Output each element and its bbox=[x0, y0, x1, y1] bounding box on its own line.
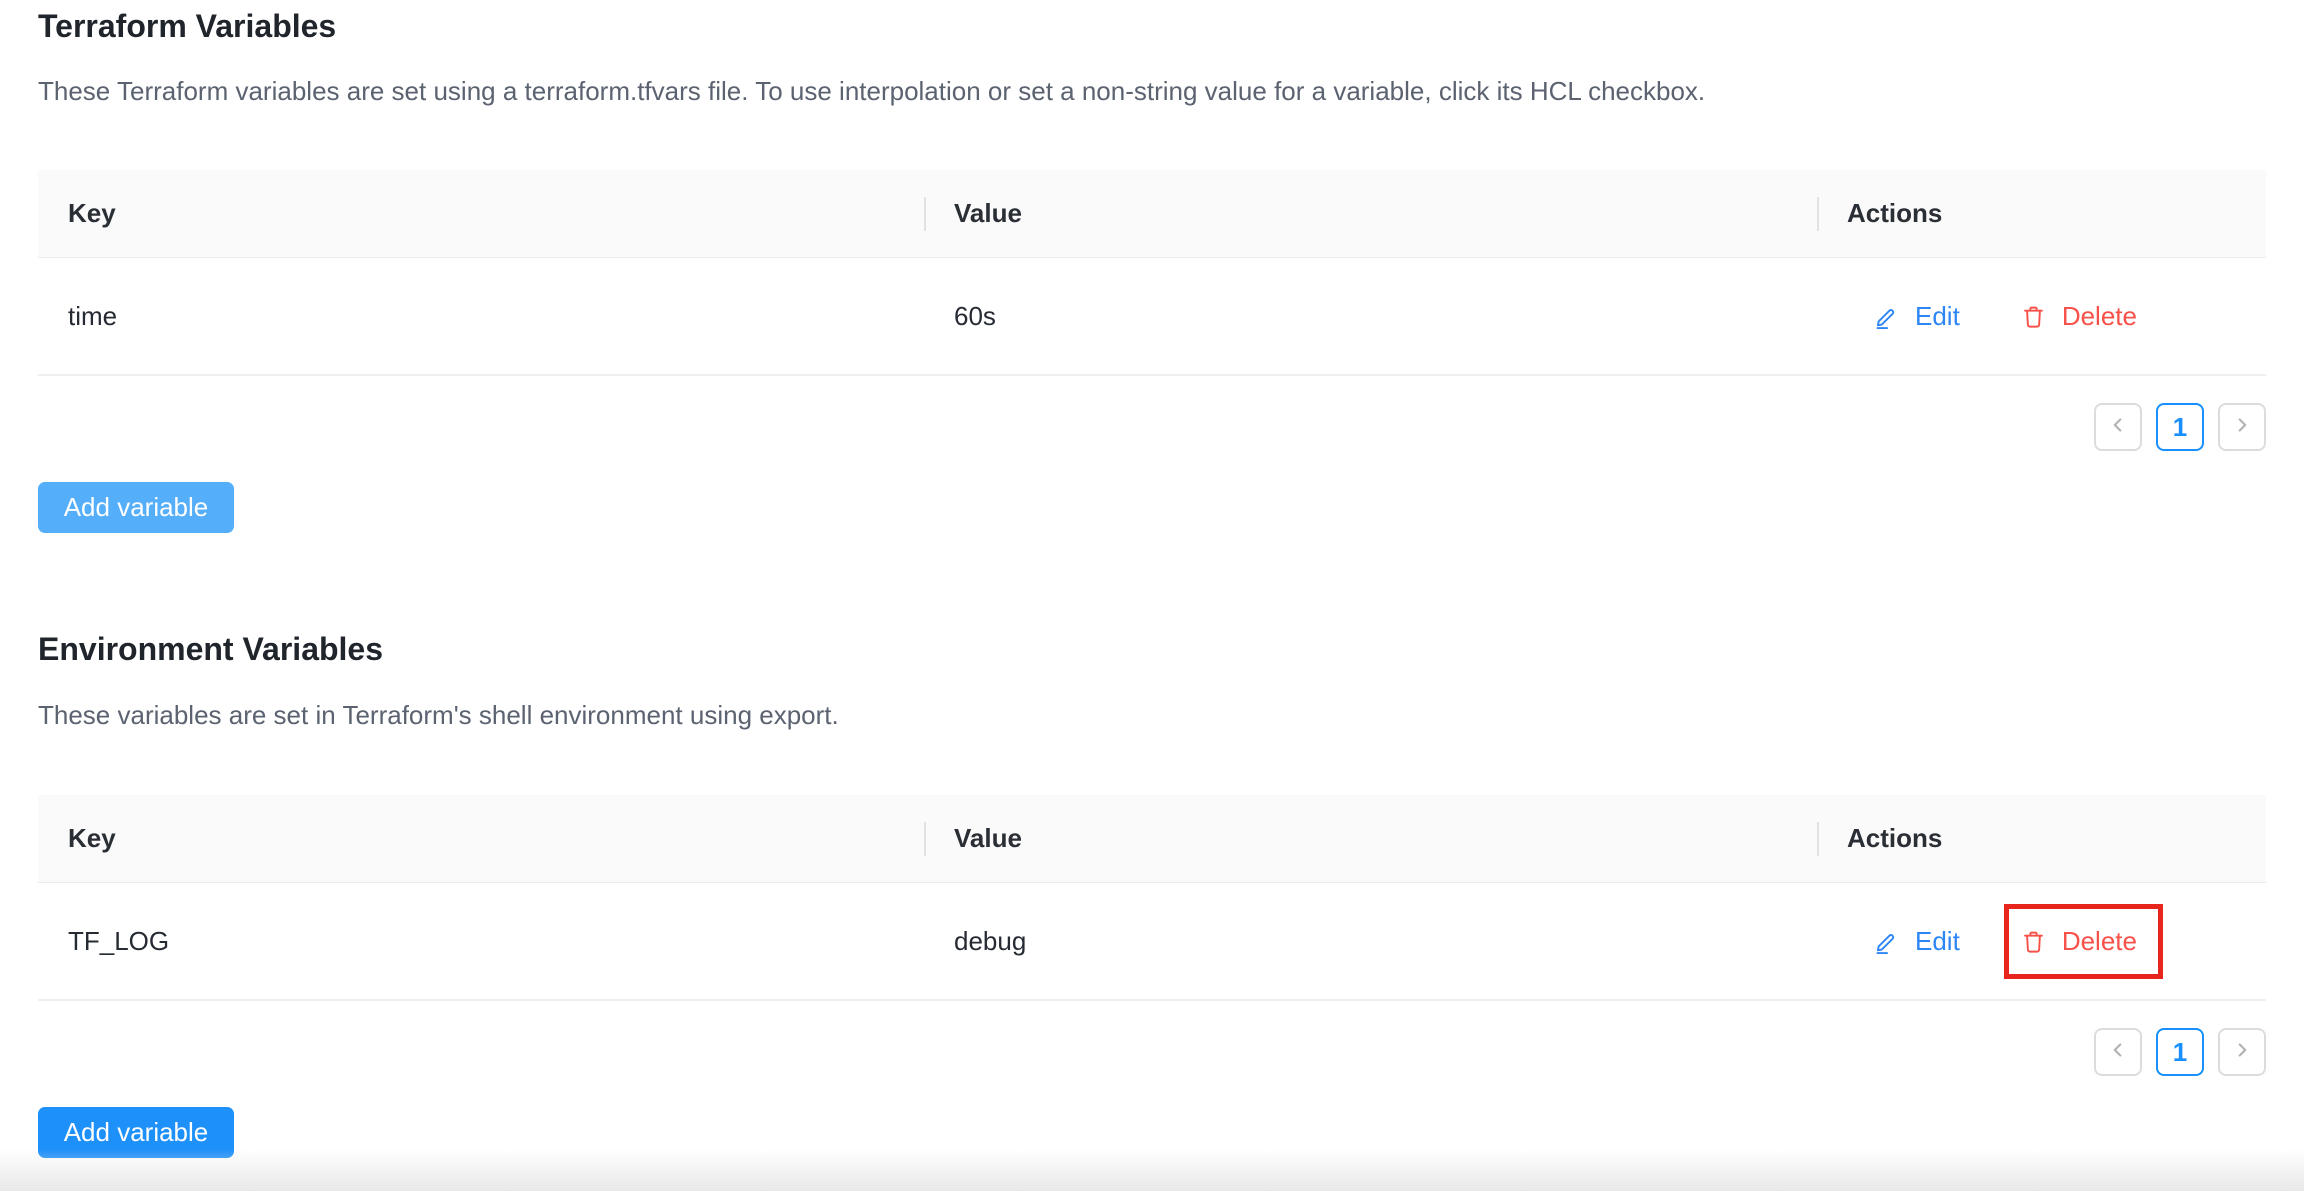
table-header-row: Key Value Actions bbox=[38, 170, 2266, 258]
pagination-page-1[interactable]: 1 bbox=[2156, 1028, 2204, 1076]
pagination-page-1[interactable]: 1 bbox=[2156, 403, 2204, 451]
delete-button-label: Delete bbox=[2061, 300, 2137, 331]
pagination-next-button[interactable] bbox=[2218, 403, 2266, 451]
pagination: 1 bbox=[38, 1028, 2266, 1076]
terraform-variables-table: Key Value Actions time 60s Edit Delete bbox=[38, 170, 2266, 376]
variables-page: Terraform Variables These Terraform vari… bbox=[0, 0, 2304, 1191]
column-header-actions: Actions bbox=[1817, 170, 2266, 257]
edit-button[interactable]: Edit bbox=[1873, 926, 1960, 957]
edit-pencil-icon bbox=[1873, 928, 1900, 955]
chevron-right-icon bbox=[2231, 412, 2253, 443]
pagination-next-button[interactable] bbox=[2218, 1028, 2266, 1076]
column-header-key: Key bbox=[68, 198, 116, 228]
add-variable-button[interactable]: Add variable bbox=[38, 482, 234, 533]
edit-button-label: Edit bbox=[1915, 300, 1960, 331]
key-cell: time bbox=[68, 300, 118, 331]
value-cell: debug bbox=[954, 925, 1027, 956]
delete-button[interactable]: Delete bbox=[2020, 301, 2137, 332]
column-header-value: Value bbox=[924, 795, 1817, 882]
pagination-prev-button[interactable] bbox=[2094, 1028, 2142, 1076]
column-header-key: Key bbox=[68, 823, 116, 853]
terraform-variables-description: These Terraform variables are set using … bbox=[38, 76, 1706, 106]
chevron-left-icon bbox=[2107, 1037, 2129, 1068]
highlighted-delete-wrap: Delete bbox=[2003, 903, 2163, 979]
table-row: time 60s Edit Delete bbox=[38, 258, 2266, 376]
chevron-right-icon bbox=[2231, 1037, 2253, 1068]
table-row: TF_LOG debug Edit Delete bbox=[38, 883, 2266, 1001]
edit-button-label: Edit bbox=[1915, 925, 1960, 956]
edit-pencil-icon bbox=[1873, 303, 1900, 330]
terraform-variables-section: Terraform Variables These Terraform vari… bbox=[38, 5, 2266, 533]
column-header-value: Value bbox=[924, 170, 1817, 257]
terraform-variables-title: Terraform Variables bbox=[38, 8, 337, 44]
add-variable-button[interactable]: Add variable bbox=[38, 1107, 234, 1158]
delete-button-label: Delete bbox=[2061, 925, 2137, 956]
actions-cell: Edit Delete bbox=[1817, 883, 2266, 999]
edit-button[interactable]: Edit bbox=[1873, 301, 1960, 332]
environment-variables-title: Environment Variables bbox=[38, 631, 384, 667]
table-header-row: Key Value Actions bbox=[38, 795, 2266, 883]
pagination: 1 bbox=[38, 403, 2266, 451]
environment-variables-section: Environment Variables These variables ar… bbox=[38, 628, 2266, 1158]
delete-button[interactable]: Delete bbox=[2020, 926, 2137, 957]
key-cell: TF_LOG bbox=[68, 925, 170, 956]
environment-variables-table: Key Value Actions TF_LOG debug Edit Dele… bbox=[38, 795, 2266, 1001]
trash-icon bbox=[2020, 303, 2047, 330]
column-header-actions: Actions bbox=[1817, 795, 2266, 882]
value-cell: 60s bbox=[954, 300, 996, 331]
chevron-left-icon bbox=[2107, 412, 2129, 443]
trash-icon bbox=[2020, 928, 2047, 955]
environment-variables-description: These variables are set in Terraform's s… bbox=[38, 700, 839, 730]
pagination-prev-button[interactable] bbox=[2094, 403, 2142, 451]
actions-cell: Edit Delete bbox=[1817, 258, 2266, 374]
